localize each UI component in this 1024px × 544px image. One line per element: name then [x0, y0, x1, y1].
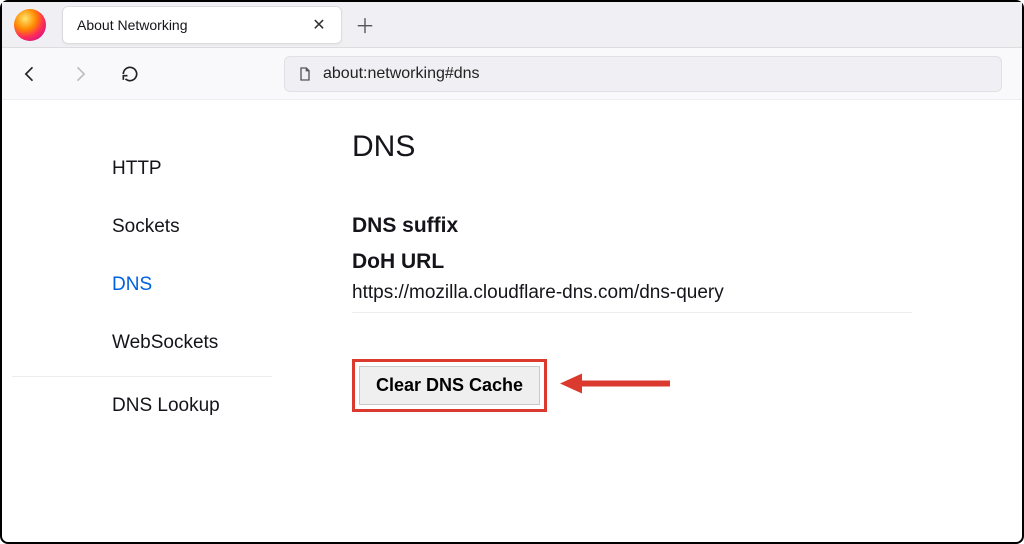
- dns-suffix-label: DNS suffix: [352, 214, 1022, 238]
- doh-url-label: DoH URL: [352, 250, 1022, 274]
- sidebar-item-label: Sockets: [112, 216, 180, 237]
- close-tab-button[interactable]: ✕: [307, 13, 331, 37]
- sidebar-item-dns-lookup[interactable]: DNS Lookup: [2, 377, 282, 435]
- sidebar-item-websockets[interactable]: WebSockets: [2, 314, 282, 372]
- url-text: about:networking#dns: [323, 65, 480, 83]
- reload-icon: [120, 64, 140, 84]
- tab-title: About Networking: [77, 17, 297, 33]
- browser-tab[interactable]: About Networking ✕: [62, 6, 342, 44]
- main-panel: DNS DNS suffix DoH URL https://mozilla.c…: [282, 100, 1022, 542]
- sidebar-item-label: WebSockets: [112, 332, 218, 353]
- doh-url-value: https://mozilla.cloudflare-dns.com/dns-q…: [352, 282, 912, 313]
- page-title: DNS: [352, 130, 1022, 164]
- sidebar-item-http[interactable]: HTTP: [2, 140, 282, 198]
- clear-dns-cache-button[interactable]: Clear DNS Cache: [359, 366, 540, 405]
- nav-toolbar: about:networking#dns: [2, 48, 1022, 100]
- sidebar-item-sockets[interactable]: Sockets: [2, 198, 282, 256]
- page-icon: [297, 66, 313, 82]
- sidebar-item-label: DNS Lookup: [112, 395, 220, 416]
- tab-strip: About Networking ✕ ＋: [2, 2, 1022, 48]
- close-icon: ✕: [312, 15, 325, 35]
- sidebar-item-label: DNS: [112, 274, 152, 295]
- firefox-logo-icon: [14, 9, 46, 41]
- plus-icon: ＋: [355, 10, 375, 39]
- annotation-arrow-icon: [560, 370, 670, 401]
- reload-button[interactable]: [114, 58, 146, 90]
- doh-url-row: DoH URL https://mozilla.cloudflare-dns.c…: [352, 250, 1022, 313]
- content-area: HTTP Sockets DNS WebSockets DNS Lookup D…: [2, 100, 1022, 542]
- back-button[interactable]: [14, 58, 46, 90]
- sidebar-item-label: HTTP: [112, 158, 162, 179]
- sidebar: HTTP Sockets DNS WebSockets DNS Lookup: [2, 100, 282, 542]
- arrow-left-icon: [20, 64, 40, 84]
- callout-highlight: Clear DNS Cache: [352, 359, 547, 412]
- dns-suffix-row: DNS suffix: [352, 214, 1022, 238]
- url-bar[interactable]: about:networking#dns: [284, 56, 1002, 92]
- sidebar-item-dns[interactable]: DNS: [2, 256, 282, 314]
- forward-button[interactable]: [64, 58, 96, 90]
- new-tab-button[interactable]: ＋: [350, 10, 380, 40]
- arrow-right-icon: [70, 64, 90, 84]
